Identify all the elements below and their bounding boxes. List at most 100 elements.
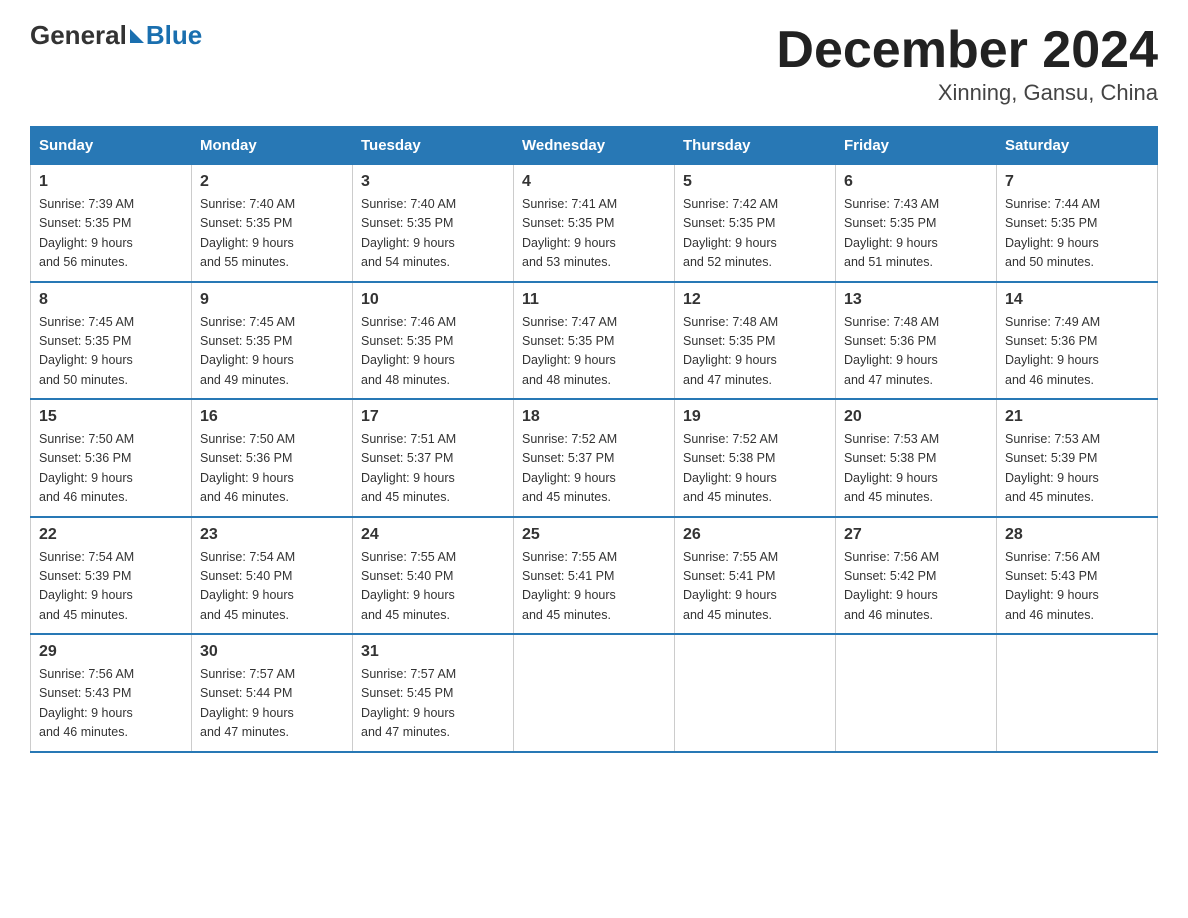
day-info: Sunrise: 7:50 AM Sunset: 5:36 PM Dayligh… [200,430,344,508]
day-cell: 12 Sunrise: 7:48 AM Sunset: 5:35 PM Dayl… [675,282,836,400]
day-info: Sunrise: 7:49 AM Sunset: 5:36 PM Dayligh… [1005,313,1149,391]
day-number: 24 [361,526,505,544]
day-cell: 14 Sunrise: 7:49 AM Sunset: 5:36 PM Dayl… [997,282,1158,400]
day-info: Sunrise: 7:57 AM Sunset: 5:44 PM Dayligh… [200,665,344,743]
day-number: 29 [39,643,183,661]
day-number: 28 [1005,526,1149,544]
day-number: 20 [844,408,988,426]
day-info: Sunrise: 7:39 AM Sunset: 5:35 PM Dayligh… [39,195,183,273]
day-number: 26 [683,526,827,544]
day-cell: 8 Sunrise: 7:45 AM Sunset: 5:35 PM Dayli… [31,282,192,400]
day-number: 3 [361,173,505,191]
day-info: Sunrise: 7:46 AM Sunset: 5:35 PM Dayligh… [361,313,505,391]
week-row-1: 1 Sunrise: 7:39 AM Sunset: 5:35 PM Dayli… [31,165,1158,282]
day-cell: 10 Sunrise: 7:46 AM Sunset: 5:35 PM Dayl… [353,282,514,400]
day-info: Sunrise: 7:44 AM Sunset: 5:35 PM Dayligh… [1005,195,1149,273]
day-info: Sunrise: 7:55 AM Sunset: 5:41 PM Dayligh… [522,548,666,626]
day-cell: 15 Sunrise: 7:50 AM Sunset: 5:36 PM Dayl… [31,399,192,517]
week-row-2: 8 Sunrise: 7:45 AM Sunset: 5:35 PM Dayli… [31,282,1158,400]
day-info: Sunrise: 7:41 AM Sunset: 5:35 PM Dayligh… [522,195,666,273]
day-info: Sunrise: 7:57 AM Sunset: 5:45 PM Dayligh… [361,665,505,743]
day-header-monday: Monday [192,127,353,165]
week-row-3: 15 Sunrise: 7:50 AM Sunset: 5:36 PM Dayl… [31,399,1158,517]
day-cell: 21 Sunrise: 7:53 AM Sunset: 5:39 PM Dayl… [997,399,1158,517]
day-info: Sunrise: 7:42 AM Sunset: 5:35 PM Dayligh… [683,195,827,273]
day-cell: 20 Sunrise: 7:53 AM Sunset: 5:38 PM Dayl… [836,399,997,517]
day-info: Sunrise: 7:52 AM Sunset: 5:38 PM Dayligh… [683,430,827,508]
day-cell: 1 Sunrise: 7:39 AM Sunset: 5:35 PM Dayli… [31,165,192,282]
day-cell: 5 Sunrise: 7:42 AM Sunset: 5:35 PM Dayli… [675,165,836,282]
day-number: 23 [200,526,344,544]
day-cell: 29 Sunrise: 7:56 AM Sunset: 5:43 PM Dayl… [31,634,192,752]
day-info: Sunrise: 7:56 AM Sunset: 5:42 PM Dayligh… [844,548,988,626]
day-info: Sunrise: 7:47 AM Sunset: 5:35 PM Dayligh… [522,313,666,391]
day-cell: 3 Sunrise: 7:40 AM Sunset: 5:35 PM Dayli… [353,165,514,282]
day-cell: 2 Sunrise: 7:40 AM Sunset: 5:35 PM Dayli… [192,165,353,282]
week-row-4: 22 Sunrise: 7:54 AM Sunset: 5:39 PM Dayl… [31,517,1158,635]
logo-blue-text: Blue [146,20,202,51]
day-number: 14 [1005,291,1149,309]
day-info: Sunrise: 7:54 AM Sunset: 5:39 PM Dayligh… [39,548,183,626]
day-info: Sunrise: 7:45 AM Sunset: 5:35 PM Dayligh… [200,313,344,391]
day-info: Sunrise: 7:56 AM Sunset: 5:43 PM Dayligh… [39,665,183,743]
day-number: 16 [200,408,344,426]
day-cell: 23 Sunrise: 7:54 AM Sunset: 5:40 PM Dayl… [192,517,353,635]
page-header: General Blue December 2024 Xinning, Gans… [30,20,1158,106]
calendar-title: December 2024 [776,20,1158,80]
calendar-header-row: SundayMondayTuesdayWednesdayThursdayFrid… [31,127,1158,165]
day-cell: 4 Sunrise: 7:41 AM Sunset: 5:35 PM Dayli… [514,165,675,282]
logo: General Blue [30,20,202,51]
day-number: 8 [39,291,183,309]
day-cell [675,634,836,752]
day-cell: 24 Sunrise: 7:55 AM Sunset: 5:40 PM Dayl… [353,517,514,635]
day-info: Sunrise: 7:48 AM Sunset: 5:35 PM Dayligh… [683,313,827,391]
day-header-tuesday: Tuesday [353,127,514,165]
day-info: Sunrise: 7:55 AM Sunset: 5:41 PM Dayligh… [683,548,827,626]
day-cell: 16 Sunrise: 7:50 AM Sunset: 5:36 PM Dayl… [192,399,353,517]
day-cell [514,634,675,752]
day-info: Sunrise: 7:45 AM Sunset: 5:35 PM Dayligh… [39,313,183,391]
day-info: Sunrise: 7:51 AM Sunset: 5:37 PM Dayligh… [361,430,505,508]
day-cell: 26 Sunrise: 7:55 AM Sunset: 5:41 PM Dayl… [675,517,836,635]
day-number: 30 [200,643,344,661]
calendar-table: SundayMondayTuesdayWednesdayThursdayFrid… [30,126,1158,753]
day-number: 12 [683,291,827,309]
day-info: Sunrise: 7:50 AM Sunset: 5:36 PM Dayligh… [39,430,183,508]
week-row-5: 29 Sunrise: 7:56 AM Sunset: 5:43 PM Dayl… [31,634,1158,752]
day-number: 7 [1005,173,1149,191]
day-number: 25 [522,526,666,544]
day-number: 21 [1005,408,1149,426]
day-number: 10 [361,291,505,309]
day-info: Sunrise: 7:43 AM Sunset: 5:35 PM Dayligh… [844,195,988,273]
day-cell: 27 Sunrise: 7:56 AM Sunset: 5:42 PM Dayl… [836,517,997,635]
day-number: 2 [200,173,344,191]
day-number: 11 [522,291,666,309]
day-info: Sunrise: 7:53 AM Sunset: 5:38 PM Dayligh… [844,430,988,508]
day-number: 22 [39,526,183,544]
day-info: Sunrise: 7:56 AM Sunset: 5:43 PM Dayligh… [1005,548,1149,626]
day-header-sunday: Sunday [31,127,192,165]
day-cell: 19 Sunrise: 7:52 AM Sunset: 5:38 PM Dayl… [675,399,836,517]
day-number: 27 [844,526,988,544]
day-number: 1 [39,173,183,191]
day-info: Sunrise: 7:53 AM Sunset: 5:39 PM Dayligh… [1005,430,1149,508]
day-number: 17 [361,408,505,426]
day-number: 5 [683,173,827,191]
day-cell: 30 Sunrise: 7:57 AM Sunset: 5:44 PM Dayl… [192,634,353,752]
day-number: 18 [522,408,666,426]
day-info: Sunrise: 7:54 AM Sunset: 5:40 PM Dayligh… [200,548,344,626]
day-info: Sunrise: 7:52 AM Sunset: 5:37 PM Dayligh… [522,430,666,508]
day-header-saturday: Saturday [997,127,1158,165]
day-cell: 28 Sunrise: 7:56 AM Sunset: 5:43 PM Dayl… [997,517,1158,635]
day-number: 13 [844,291,988,309]
day-cell: 17 Sunrise: 7:51 AM Sunset: 5:37 PM Dayl… [353,399,514,517]
logo-general-text: General [30,20,127,51]
day-cell: 9 Sunrise: 7:45 AM Sunset: 5:35 PM Dayli… [192,282,353,400]
day-number: 6 [844,173,988,191]
day-header-friday: Friday [836,127,997,165]
day-cell: 11 Sunrise: 7:47 AM Sunset: 5:35 PM Dayl… [514,282,675,400]
day-info: Sunrise: 7:40 AM Sunset: 5:35 PM Dayligh… [200,195,344,273]
day-cell [836,634,997,752]
logo-triangle-icon [130,29,144,43]
day-info: Sunrise: 7:40 AM Sunset: 5:35 PM Dayligh… [361,195,505,273]
